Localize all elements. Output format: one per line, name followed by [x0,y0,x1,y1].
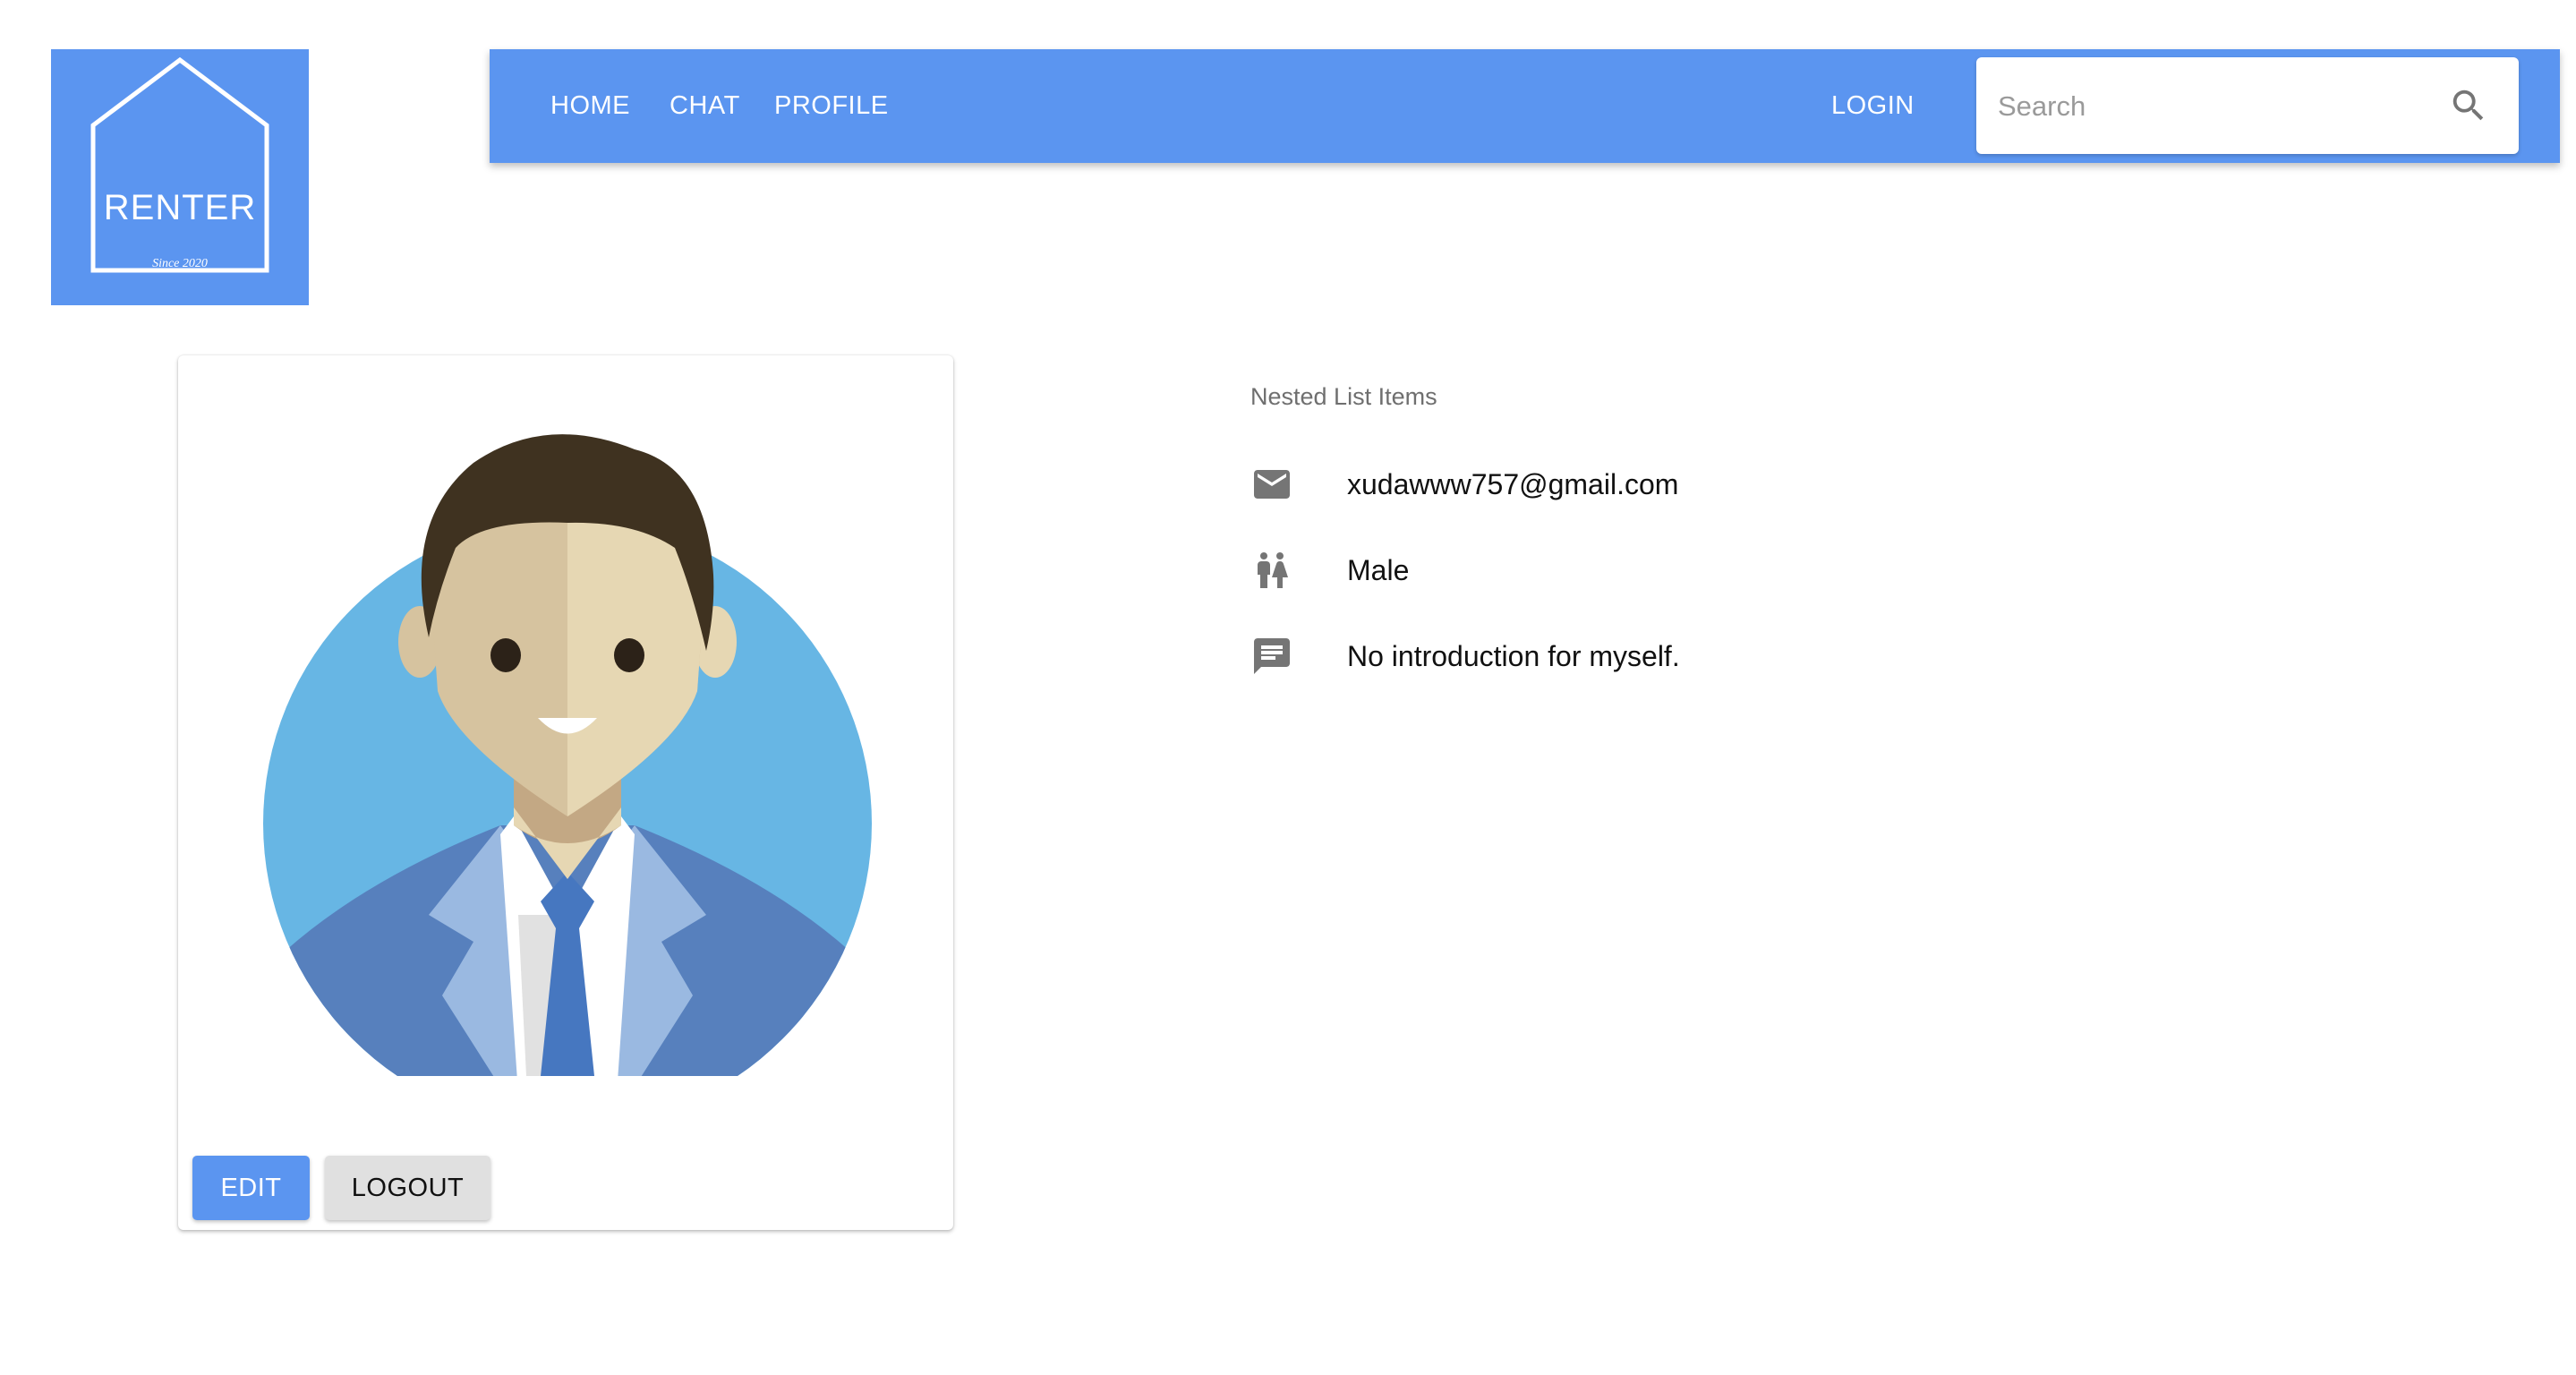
introduction-text: No introduction for myself. [1347,640,1680,672]
edit-button[interactable]: EDIT [192,1156,310,1220]
nav-chat[interactable]: CHAT [670,49,740,163]
search-input[interactable] [1996,79,2429,134]
email-text: xudawww757@gmail.com [1347,468,1679,500]
list-subheader: Nested List Items [1250,383,1437,410]
logo-name: RENTER [103,188,257,227]
logo-tagline: Since 2020 [152,257,208,270]
gender-text: Male [1347,554,1410,586]
search-box [1976,57,2519,154]
logo[interactable]: RENTER Since 2020 [51,49,309,305]
search-icon[interactable] [2448,85,2489,126]
mail-icon [1254,470,1290,499]
list-item-gender: Male [1250,543,2056,597]
message-icon [1254,638,1290,674]
profile-card: EDIT LOGOUT [178,355,953,1230]
login-button[interactable]: LOGIN [1831,49,1915,163]
gender-icon [1258,552,1288,588]
nav-home[interactable]: HOME [550,49,630,163]
logout-button[interactable]: LOGOUT [325,1156,490,1220]
avatar [263,434,872,1076]
list-item-email: xudawww757@gmail.com [1250,457,2056,511]
app-bar: HOME CHAT PROFILE LOGIN [490,49,2560,163]
nav-profile[interactable]: PROFILE [774,49,889,163]
list-item-introduction: No introduction for myself. [1250,629,2056,683]
